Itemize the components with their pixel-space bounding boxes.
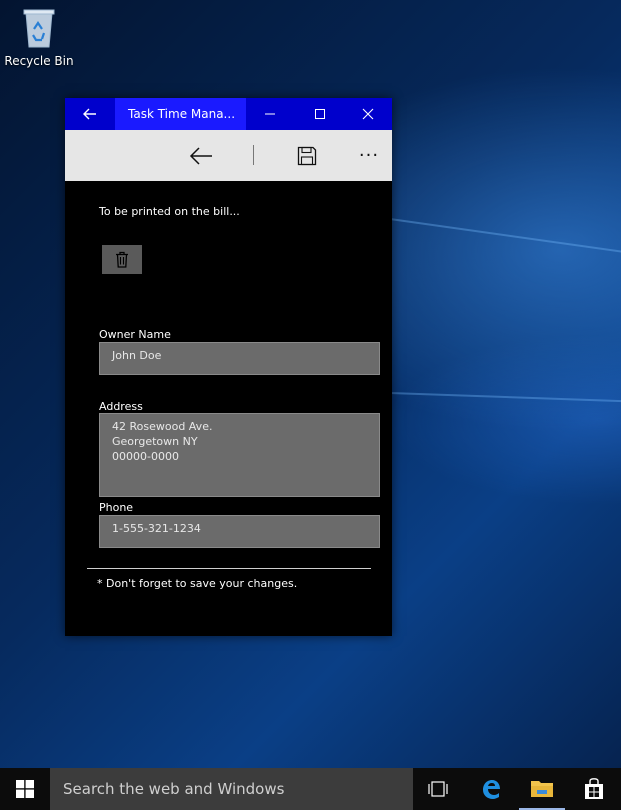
- task-view-icon: [428, 781, 448, 797]
- window-title: Task Time Mana...: [115, 98, 246, 130]
- owner-name-field[interactable]: John Doe: [99, 342, 380, 375]
- command-bar: ···: [65, 130, 392, 181]
- maximize-button[interactable]: [296, 98, 344, 130]
- more-button[interactable]: ···: [349, 130, 389, 181]
- save-button[interactable]: [287, 130, 327, 181]
- back-arrow-icon: [189, 146, 212, 165]
- file-explorer-button[interactable]: [519, 768, 565, 810]
- app-window: Task Time Mana... ··· To be printed on t…: [65, 98, 392, 636]
- wallpaper-beam: [389, 218, 621, 257]
- phone-field[interactable]: 1-555-321-1234: [99, 515, 380, 548]
- back-arrow-icon: [83, 108, 96, 120]
- store-icon: [585, 778, 603, 799]
- owner-name-label: Owner Name: [99, 328, 171, 341]
- trash-icon: [116, 251, 128, 268]
- save-icon: [297, 146, 317, 165]
- title-bar: Task Time Mana...: [65, 98, 392, 130]
- edge-button[interactable]: [468, 768, 514, 810]
- minimize-icon: [265, 113, 275, 115]
- maximize-icon: [315, 109, 325, 119]
- task-view-button[interactable]: [415, 768, 461, 810]
- command-back-button[interactable]: [181, 130, 221, 181]
- delete-button[interactable]: [102, 245, 142, 274]
- recycle-bin-icon: [21, 6, 57, 50]
- form-content: To be printed on the bill... Owner Name …: [65, 181, 392, 636]
- minimize-button[interactable]: [246, 98, 294, 130]
- file-explorer-icon: [531, 781, 553, 797]
- close-icon: [362, 108, 374, 120]
- command-separator: [253, 145, 254, 165]
- save-reminder-note: * Don't forget to save your changes.: [97, 577, 298, 590]
- title-back-button[interactable]: [65, 98, 115, 130]
- address-label: Address: [99, 400, 143, 413]
- search-box[interactable]: Search the web and Windows: [50, 768, 413, 810]
- store-button[interactable]: [571, 768, 617, 810]
- taskbar: Search the web and Windows: [0, 768, 621, 810]
- recycle-bin-shortcut[interactable]: Recycle Bin: [4, 6, 74, 68]
- bill-hint-text: To be printed on the bill...: [99, 205, 240, 218]
- start-button[interactable]: [0, 768, 50, 810]
- edge-icon: [483, 780, 500, 799]
- recycle-bin-label: Recycle Bin: [4, 54, 74, 68]
- windows-start-icon: [16, 780, 34, 798]
- address-field[interactable]: 42 Rosewood Ave. Georgetown NY 00000-000…: [99, 413, 380, 497]
- form-divider: [87, 568, 371, 569]
- phone-label: Phone: [99, 501, 134, 514]
- close-button[interactable]: [344, 98, 392, 130]
- wallpaper-beam: [389, 392, 621, 404]
